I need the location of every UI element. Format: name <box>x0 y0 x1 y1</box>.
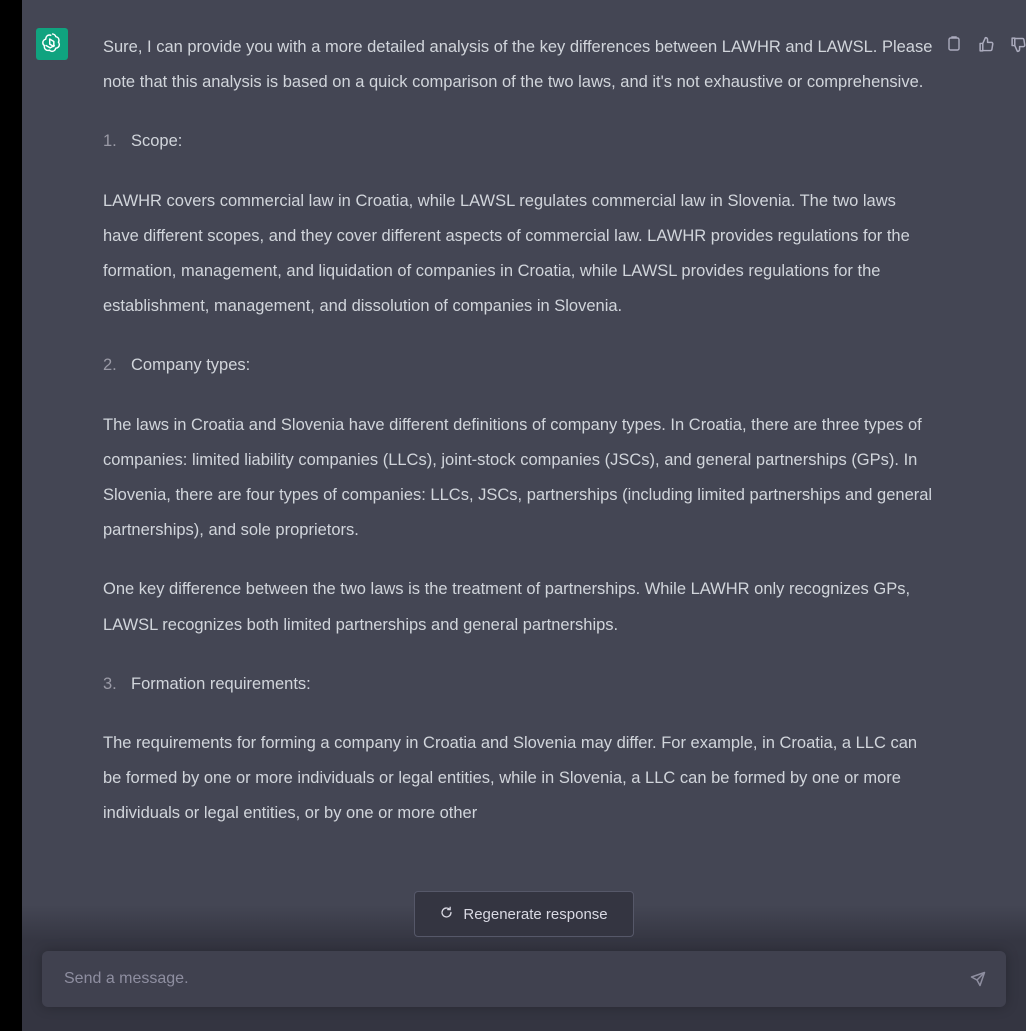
thumbs-down-icon[interactable] <box>1008 34 1026 54</box>
message-composer <box>42 951 1006 1007</box>
formation-paragraph: The requirements for forming a company i… <box>103 734 918 823</box>
thumbs-up-icon[interactable] <box>976 34 996 54</box>
assistant-message: Sure, I can provide you with a more deta… <box>103 30 933 856</box>
message-intro: Sure, I can provide you with a more deta… <box>103 38 933 92</box>
list-number: 2. <box>103 356 117 375</box>
message-actions <box>944 34 1026 54</box>
list-item-title: Scope: <box>131 132 183 151</box>
list-number: 3. <box>103 674 117 693</box>
scope-paragraph: LAWHR covers commercial law in Croatia, … <box>103 191 910 316</box>
list-item-title: Formation requirements: <box>131 674 311 693</box>
list-item-scope: 1. Scope: <box>103 124 933 159</box>
list-number: 1. <box>103 132 117 151</box>
openai-logo-icon <box>41 31 63 58</box>
copy-icon[interactable] <box>944 34 964 54</box>
chat-window: Sure, I can provide you with a more deta… <box>22 0 1026 1031</box>
send-icon[interactable] <box>966 967 990 991</box>
refresh-icon <box>440 906 453 923</box>
assistant-avatar <box>36 28 68 60</box>
partnerships-paragraph: One key difference between the two laws … <box>103 580 911 634</box>
company-types-paragraph: The laws in Croatia and Slovenia have di… <box>103 415 933 540</box>
message-input[interactable] <box>62 969 966 989</box>
regenerate-label: Regenerate response <box>463 905 608 923</box>
regenerate-response-button[interactable]: Regenerate response <box>414 891 634 937</box>
list-item-company-types: 2. Company types: <box>103 348 933 383</box>
footer-strip <box>22 1022 1026 1031</box>
list-item-title: Company types: <box>131 356 251 375</box>
list-item-formation: 3. Formation requirements: <box>103 667 933 702</box>
